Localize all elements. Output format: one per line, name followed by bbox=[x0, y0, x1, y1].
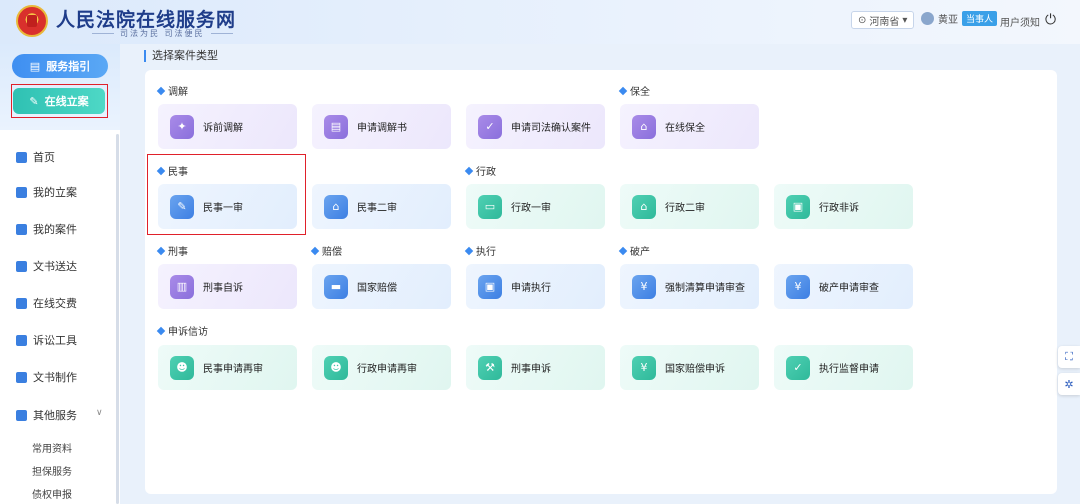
card-civil-retrial[interactable]: ☻ 民事申请再审 bbox=[158, 345, 297, 390]
sidebar-item-my-filings[interactable]: 我的立案 bbox=[16, 183, 77, 201]
yen-icon: ¥ bbox=[632, 355, 656, 380]
card-admin-non-litigation[interactable]: ▣ 行政非诉 bbox=[774, 184, 913, 229]
court-emblem-icon bbox=[16, 5, 48, 37]
card-forced-liquidation[interactable]: ¥ 强制清算申请审查 bbox=[620, 264, 759, 309]
user-info[interactable]: 黄亚 当事人 bbox=[921, 11, 998, 26]
float-service-icon[interactable]: ✲ bbox=[1058, 373, 1080, 395]
top-header: 人民法院在线服务网 司法为民 司法便民 ⊙ 河南省 ▾ 黄亚 当事人 用户须知 … bbox=[0, 0, 1080, 44]
sidebar-item-other-services[interactable]: 其他服务 bbox=[16, 406, 77, 424]
card-mediation-letter[interactable]: ▤ 申请调解书 bbox=[312, 104, 451, 149]
sub-item-guarantee-service[interactable]: 担保服务 bbox=[32, 463, 72, 478]
wallet-icon: ▬ bbox=[324, 274, 348, 299]
home-icon bbox=[16, 151, 27, 163]
sidebar-item-document-making[interactable]: 文书制作 bbox=[16, 368, 77, 386]
briefcase-icon: ▣ bbox=[478, 274, 502, 299]
card-execution-supervision[interactable]: ✓ 执行监督申请 bbox=[774, 345, 913, 390]
group-label-admin: 行政 bbox=[464, 163, 496, 178]
user-notice-link[interactable]: 用户须知 bbox=[1000, 14, 1040, 29]
group-label-compensation: 赔偿 bbox=[310, 243, 342, 258]
clipboard-icon: ▤ bbox=[324, 114, 348, 139]
card-criminal-appeal[interactable]: ⚒ 刑事申诉 bbox=[466, 345, 605, 390]
page-title: 选择案件类型 bbox=[144, 50, 218, 62]
role-badge: 当事人 bbox=[962, 11, 998, 26]
person-icon: ☻ bbox=[170, 355, 194, 380]
card-admin-first[interactable]: ▭ 行政一审 bbox=[466, 184, 605, 229]
logout-power-icon[interactable]: ⏻ bbox=[1045, 12, 1056, 28]
card-pre-mediation[interactable]: ✦ 诉前调解 bbox=[158, 104, 297, 149]
delivery-icon bbox=[16, 260, 27, 272]
card-criminal-private[interactable]: ▥ 刑事自诉 bbox=[158, 264, 297, 309]
court-building-icon: ⌂ bbox=[632, 194, 656, 219]
chevron-down-icon[interactable]: ∨ bbox=[96, 408, 103, 418]
document-check-icon: ✓ bbox=[786, 355, 810, 380]
card-state-compensation[interactable]: ▬ 国家赔偿 bbox=[312, 264, 451, 309]
sub-item-claim-declaration[interactable]: 债权申报 bbox=[32, 486, 72, 501]
group-label-mediation: 调解 bbox=[156, 83, 188, 98]
sidebar-item-online-payment[interactable]: 在线交费 bbox=[16, 294, 77, 312]
document-yen-icon: ¥ bbox=[632, 274, 656, 299]
group-label-preservation: 保全 bbox=[618, 83, 650, 98]
sidebar-item-document-delivery[interactable]: 文书送达 bbox=[16, 257, 77, 275]
edit-icon: ✎ bbox=[29, 94, 39, 108]
online-filing-button[interactable]: ✎ 在线立案 bbox=[13, 88, 105, 114]
guide-icon: ▤ bbox=[29, 59, 41, 73]
briefcase-icon: ▣ bbox=[786, 194, 810, 219]
card-online-preservation[interactable]: ⌂ 在线保全 bbox=[620, 104, 759, 149]
card-admin-retrial[interactable]: ☻ 行政申请再审 bbox=[312, 345, 451, 390]
sidebar: ▤ 服务指引 ✎ 在线立案 首页 我的立案 我的案件 文书送达 在线交费 诉讼工… bbox=[0, 44, 120, 504]
filing-icon bbox=[16, 186, 27, 198]
group-label-execution: 执行 bbox=[464, 243, 496, 258]
payment-icon bbox=[16, 297, 27, 309]
avatar bbox=[921, 12, 934, 25]
sidebar-scrollbar[interactable] bbox=[116, 134, 119, 504]
card-bankruptcy-review[interactable]: ¥ 破产申请审查 bbox=[774, 264, 913, 309]
court-building-icon: ⌂ bbox=[324, 194, 348, 219]
card-admin-second[interactable]: ⌂ 行政二审 bbox=[620, 184, 759, 229]
service-guide-button[interactable]: ▤ 服务指引 bbox=[12, 54, 108, 78]
card-judicial-confirm[interactable]: ✓ 申请司法确认案件 bbox=[466, 104, 605, 149]
group-label-civil: 民事 bbox=[156, 163, 188, 178]
document-yen-icon: ¥ bbox=[786, 274, 810, 299]
user-name: 黄亚 bbox=[938, 15, 958, 26]
bars-icon: ▥ bbox=[170, 274, 194, 299]
sidebar-item-my-cases[interactable]: 我的案件 bbox=[16, 220, 77, 238]
region-selector[interactable]: ⊙ 河南省 ▾ bbox=[851, 11, 915, 29]
location-pin-icon: ⊙ bbox=[858, 14, 867, 26]
case-icon bbox=[16, 223, 27, 235]
sidebar-item-litigation-tools[interactable]: 诉讼工具 bbox=[16, 331, 77, 349]
check-clipboard-icon: ✓ bbox=[478, 114, 502, 139]
group-label-petition: 申诉信访 bbox=[156, 323, 208, 338]
person-icon: ☻ bbox=[324, 355, 348, 380]
gavel-icon: ⚒ bbox=[478, 355, 502, 380]
group-label-criminal: 刑事 bbox=[156, 243, 188, 258]
card-apply-execution[interactable]: ▣ 申请执行 bbox=[466, 264, 605, 309]
card-civil-second[interactable]: ⌂ 民事二审 bbox=[312, 184, 451, 229]
edit-document-icon: ✎ bbox=[170, 194, 194, 219]
group-label-bankruptcy: 破产 bbox=[618, 243, 650, 258]
document-icon bbox=[16, 371, 27, 383]
tools-icon bbox=[16, 334, 27, 346]
building-lock-icon: ⌂ bbox=[632, 114, 656, 139]
grid-icon bbox=[16, 409, 27, 421]
region-label: 河南省 bbox=[869, 16, 900, 28]
site-slogan: 司法为民 司法便民 bbox=[86, 28, 239, 39]
card-civil-first[interactable]: ✎ 民事一审 bbox=[158, 184, 297, 229]
handshake-icon: ✦ bbox=[170, 114, 194, 139]
sub-item-common-materials[interactable]: 常用资料 bbox=[32, 440, 72, 455]
chevron-down-icon: ▾ bbox=[902, 14, 908, 26]
float-accessibility-icon[interactable]: ⛶ bbox=[1058, 346, 1080, 368]
card-state-comp-appeal[interactable]: ¥ 国家赔偿申诉 bbox=[620, 345, 759, 390]
sidebar-item-home[interactable]: 首页 bbox=[16, 148, 55, 166]
chat-icon: ▭ bbox=[478, 194, 502, 219]
